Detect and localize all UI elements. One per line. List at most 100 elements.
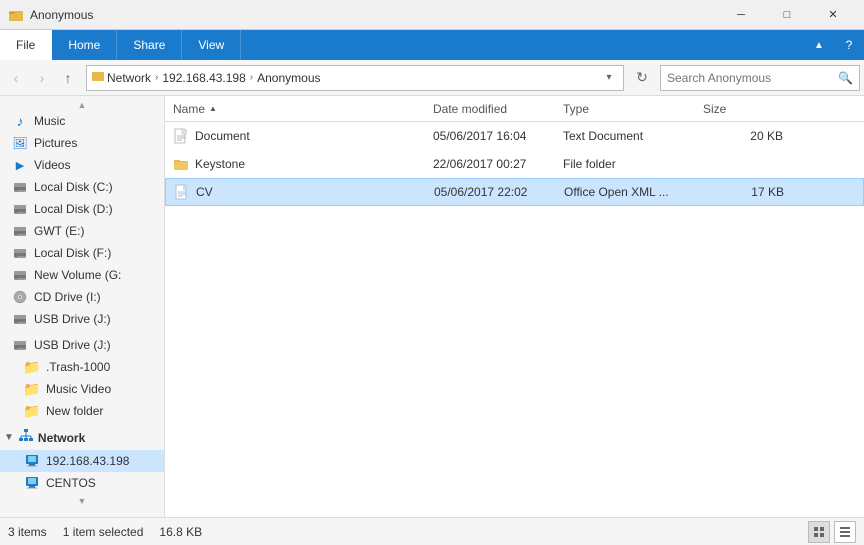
ribbon-tab-home[interactable]: Home: [52, 30, 117, 60]
local-f-icon: [12, 245, 28, 261]
file-name-cv-text: CV: [196, 185, 213, 199]
sidebar-item-usb-drive-j-top[interactable]: USB Drive (J:): [0, 308, 164, 330]
sidebar-item-videos[interactable]: ▶ Videos: [0, 154, 164, 176]
status-item-size: 16.8 KB: [159, 525, 202, 539]
file-name-cv: CV: [174, 184, 434, 200]
file-name-keystone-text: Keystone: [195, 157, 245, 171]
sidebar-item-new-volume-g[interactable]: New Volume (G:: [0, 264, 164, 286]
network-expand-arrow: ▼: [4, 432, 14, 443]
sidebar-item-usb-drive-j[interactable]: USB Drive (J:): [0, 334, 164, 356]
sidebar-label-usb-j-top: USB Drive (J:): [34, 312, 111, 326]
col-date-label: Date modified: [433, 102, 507, 116]
sidebar-item-cd-drive-i[interactable]: CD Drive (I:): [0, 286, 164, 308]
file-row-cv[interactable]: CV 05/06/2017 22:02 Office Open XML ... …: [165, 178, 864, 206]
close-button[interactable]: ✕: [810, 0, 856, 30]
sidebar-network-header[interactable]: ▼ Network: [0, 422, 164, 450]
sidebar-label-new-volume-g: New Volume (G:: [34, 268, 121, 282]
cd-drive-i-icon: [12, 289, 28, 305]
sidebar-item-ip-address[interactable]: 192.168.43.198: [0, 450, 164, 472]
sidebar-label-local-c: Local Disk (C:): [34, 180, 113, 194]
breadcrumb-network[interactable]: Network: [107, 71, 151, 85]
title-bar-icons: [8, 7, 24, 23]
file-area: Name ▲ Date modified Type Size: [165, 96, 864, 517]
sidebar-label-local-f: Local Disk (F:): [34, 246, 111, 260]
centos-icon: [24, 475, 40, 491]
usb-drive-j-top-icon: [12, 311, 28, 327]
sidebar-item-local-f[interactable]: Local Disk (F:): [0, 242, 164, 264]
ribbon-tab-view[interactable]: View: [182, 30, 241, 60]
file-date-document: 05/06/2017 16:04: [433, 129, 563, 143]
window-title: Anonymous: [30, 8, 718, 22]
file-row-keystone[interactable]: Keystone 22/06/2017 00:27 File folder: [165, 150, 864, 178]
col-header-size[interactable]: Size: [703, 102, 783, 116]
col-header-name[interactable]: Name ▲: [173, 102, 433, 116]
sidebar-item-music-video[interactable]: 📁 Music Video: [0, 378, 164, 400]
status-item-selected: 1 item selected: [63, 525, 144, 539]
search-icon[interactable]: 🔍: [838, 71, 853, 85]
file-date-cv: 05/06/2017 22:02: [434, 185, 564, 199]
sidebar-label-usb-j: USB Drive (J:): [34, 338, 111, 352]
ribbon-tab-share[interactable]: Share: [117, 30, 182, 60]
new-volume-g-icon: [12, 267, 28, 283]
sidebar-item-trash[interactable]: 📁 .Trash-1000: [0, 356, 164, 378]
forward-button[interactable]: ›: [30, 66, 54, 90]
cv-file-icon: [174, 184, 190, 200]
address-bar[interactable]: Network › 192.168.43.198 › Anonymous ▾: [86, 65, 624, 91]
file-list: Document 05/06/2017 16:04 Text Document …: [165, 122, 864, 517]
sidebar-item-local-d[interactable]: Local Disk (D:): [0, 198, 164, 220]
sidebar-item-music[interactable]: ♪ Music: [0, 110, 164, 132]
sidebar-label-local-d: Local Disk (D:): [34, 202, 113, 216]
sidebar-item-new-folder[interactable]: 📁 New folder: [0, 400, 164, 422]
main-area: ▲ ♪ Music 🖼 Pictures ▶ Videos Local Disk…: [0, 96, 864, 517]
sidebar-label-new-folder: New folder: [46, 404, 103, 418]
restore-button[interactable]: □: [764, 0, 810, 30]
ribbon: File Home Share View ▲ ?: [0, 30, 864, 60]
sidebar-label-cd-drive-i: CD Drive (I:): [34, 290, 101, 304]
minimize-button[interactable]: ─: [718, 0, 764, 30]
videos-icon: ▶: [12, 157, 28, 173]
file-row-document[interactable]: Document 05/06/2017 16:04 Text Document …: [165, 122, 864, 150]
usb-drive-j-icon: [12, 337, 28, 353]
sidebar-label-trash: .Trash-1000: [46, 360, 110, 374]
ribbon-tab-file[interactable]: File: [0, 30, 52, 60]
title-bar: Anonymous ─ □ ✕: [0, 0, 864, 30]
view-details-button[interactable]: [834, 521, 856, 543]
sidebar-item-local-c[interactable]: Local Disk (C:): [0, 176, 164, 198]
col-size-label: Size: [703, 102, 726, 116]
refresh-button[interactable]: ↻: [630, 66, 654, 90]
trash-folder-icon: 📁: [24, 359, 40, 375]
view-list-button[interactable]: [808, 521, 830, 543]
file-size-document: 20 KB: [703, 129, 783, 143]
up-button[interactable]: ↑: [56, 66, 80, 90]
file-name-keystone: Keystone: [173, 156, 433, 172]
sidebar-scroll-down[interactable]: ▼: [0, 494, 164, 508]
col-header-type[interactable]: Type: [563, 102, 703, 116]
sidebar: ▲ ♪ Music 🖼 Pictures ▶ Videos Local Disk…: [0, 96, 165, 517]
toolbar: ‹ › ↑ Network › 192.168.43.198 › Anonymo…: [0, 60, 864, 96]
column-headers: Name ▲ Date modified Type Size: [165, 96, 864, 122]
sidebar-label-music-video: Music Video: [46, 382, 111, 396]
breadcrumb-ip[interactable]: 192.168.43.198: [162, 71, 245, 85]
sidebar-item-pictures[interactable]: 🖼 Pictures: [0, 132, 164, 154]
sidebar-scroll-up[interactable]: ▲: [0, 100, 164, 110]
pictures-icon: 🖼: [12, 135, 28, 151]
window-controls: ─ □ ✕: [718, 0, 856, 30]
new-folder-icon: 📁: [24, 403, 40, 419]
music-icon: ♪: [12, 113, 28, 129]
search-input[interactable]: [667, 71, 838, 85]
sidebar-item-centos[interactable]: CENTOS: [0, 472, 164, 494]
sidebar-label-centos: CENTOS: [46, 476, 96, 490]
title-bar-folder-icon: [8, 7, 24, 23]
address-dropdown-button[interactable]: ▾: [599, 72, 619, 83]
col-name-sort-arrow: ▲: [209, 104, 217, 113]
status-bar: 3 items 1 item selected 16.8 KB: [0, 517, 864, 545]
ip-address-icon: [24, 453, 40, 469]
sidebar-item-gwt-e[interactable]: GWT (E:): [0, 220, 164, 242]
back-button[interactable]: ‹: [4, 66, 28, 90]
breadcrumb-arrow-2: ›: [250, 72, 253, 83]
col-header-date[interactable]: Date modified: [433, 102, 563, 116]
breadcrumb-anonymous[interactable]: Anonymous: [257, 71, 320, 85]
help-button[interactable]: ?: [834, 30, 864, 60]
ribbon-expand-button[interactable]: ▲: [804, 30, 834, 60]
local-disk-d-icon: [12, 201, 28, 217]
